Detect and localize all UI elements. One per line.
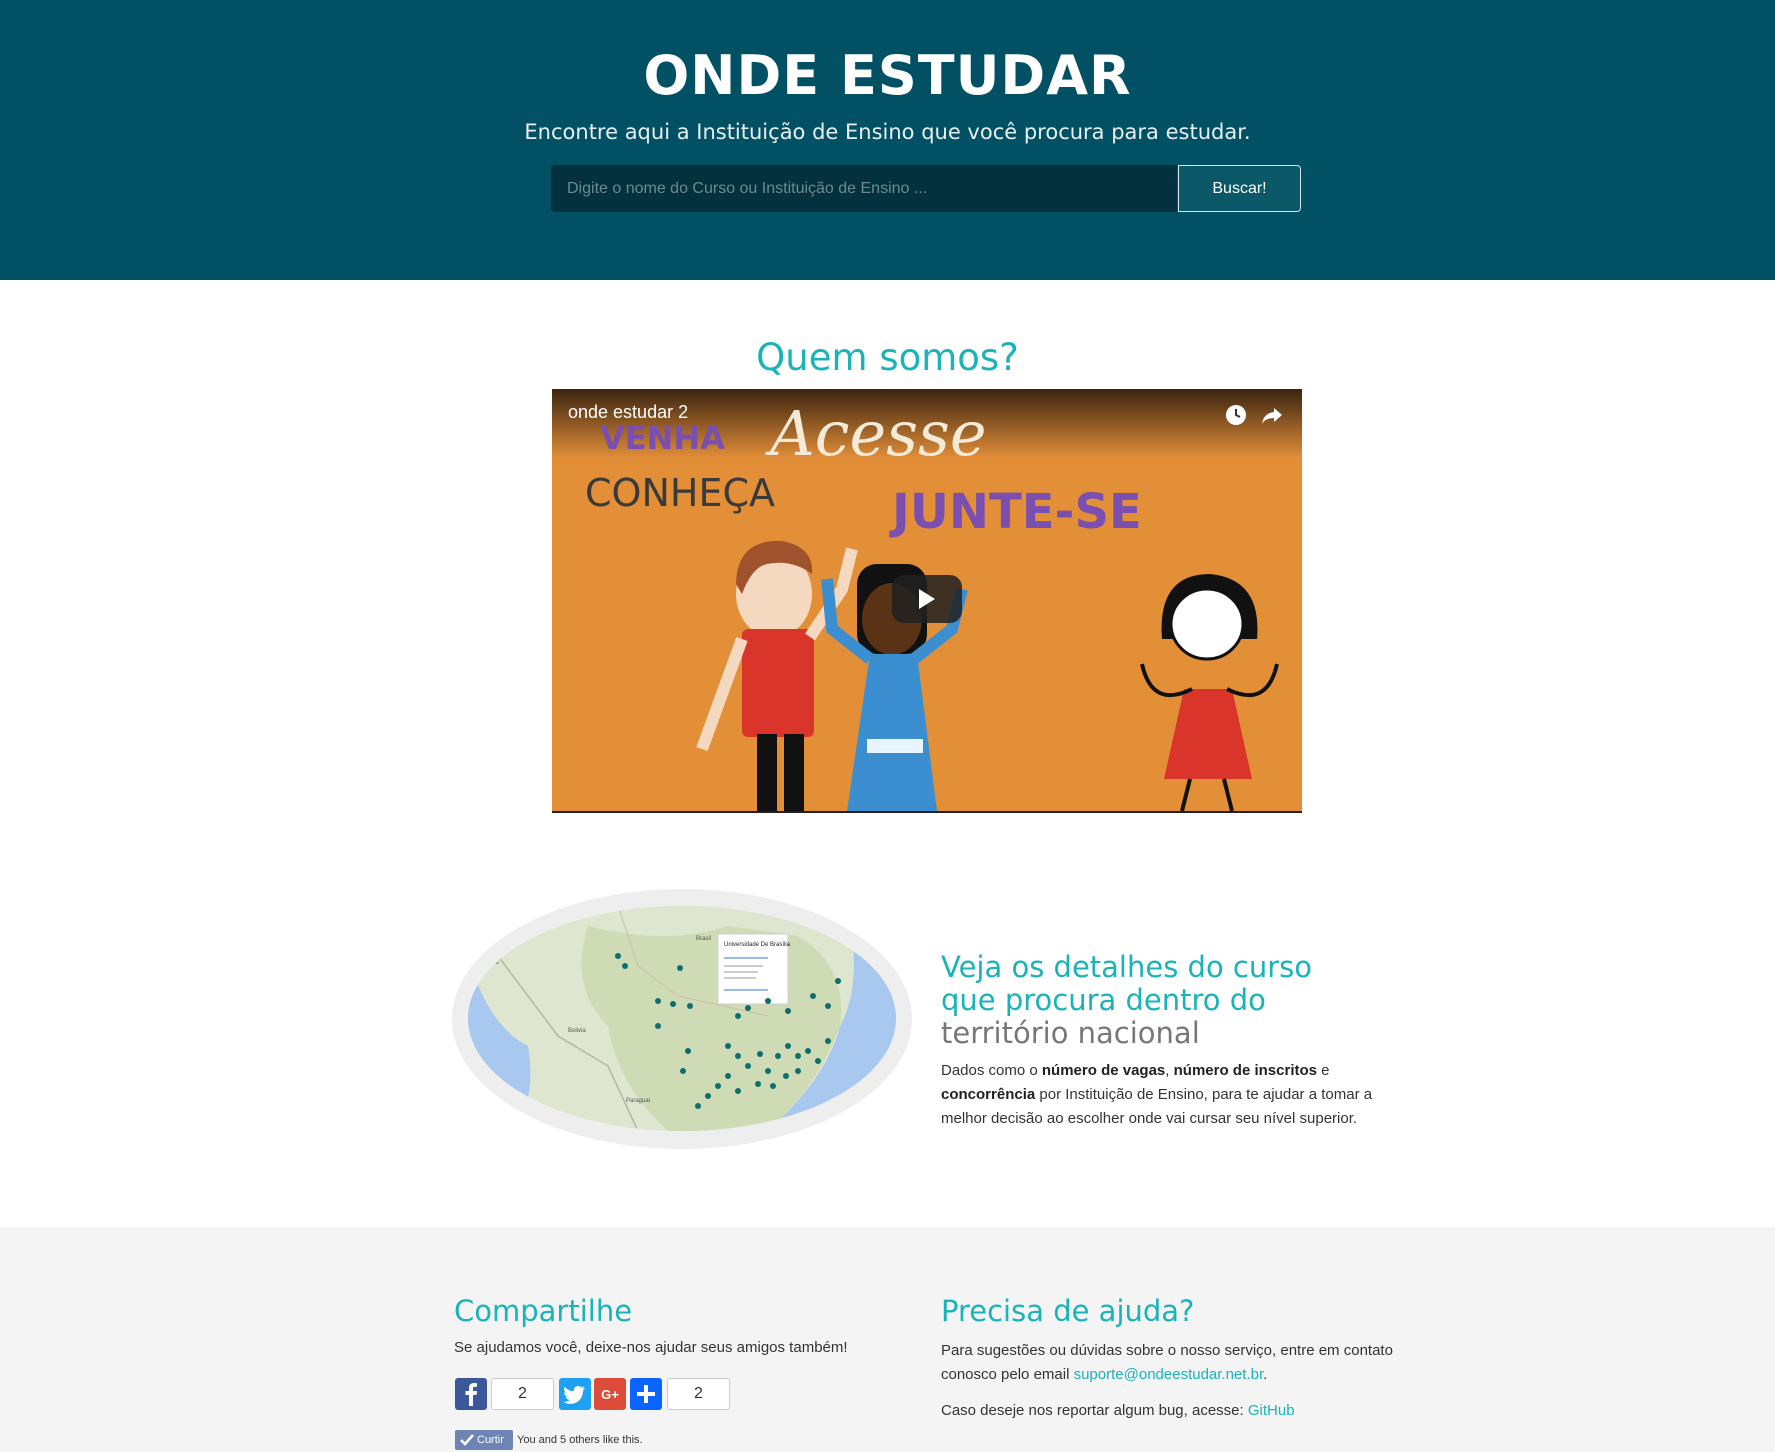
check-icon: [460, 1434, 474, 1446]
share-title: Compartilhe: [454, 1294, 633, 1328]
girl-right-character: [1140, 574, 1279, 811]
bug-report-text: Caso deseje nos reportar algum bug, aces…: [941, 1402, 1295, 1419]
twitter-icon: [563, 1386, 585, 1404]
search-bar: Buscar!: [551, 165, 1301, 212]
support-email-link[interactable]: suporte@ondeestudar.net.br: [1074, 1366, 1264, 1383]
hero-header: ONDE ESTUDAR Encontre aqui a Instituição…: [0, 0, 1775, 280]
video-word-junte-se: JUNTE-SE: [892, 484, 1142, 540]
video-word-conheca: CONHEÇA: [585, 471, 775, 515]
twitter-share-button[interactable]: [559, 1378, 591, 1410]
site-title: ONDE ESTUDAR: [643, 44, 1132, 107]
map-popup-title: Universidade De Brasília: [724, 942, 791, 948]
footer: [0, 1227, 1775, 1452]
help-title: Precisa de ajuda?: [941, 1294, 1195, 1328]
github-link[interactable]: GitHub: [1248, 1402, 1295, 1419]
about-title: Quem somos?: [756, 336, 1019, 379]
search-input[interactable]: [551, 165, 1177, 212]
plus-icon: [637, 1385, 655, 1403]
facebook-share-count: 2: [491, 1378, 554, 1410]
brazil-map: Universidade De Brasília Brasil Peru Bol…: [468, 906, 896, 1131]
video-word-acesse: Acesse: [770, 397, 987, 470]
addthis-share-button[interactable]: [630, 1378, 662, 1410]
search-button[interactable]: Buscar!: [1178, 165, 1301, 212]
details-title-part2: território nacional: [941, 1016, 1200, 1050]
map-label-brasil: Brasil: [696, 936, 711, 942]
share-text: Se ajudamos você, deixe-nos ajudar seus …: [454, 1339, 848, 1356]
play-icon: [919, 589, 935, 609]
details-title: Veja os detalhes do curso que procura de…: [941, 951, 1371, 1050]
like-button-label: Curtir: [477, 1434, 504, 1446]
svg-text:G+: G+: [601, 1387, 619, 1402]
help-text: Para sugestões ou dúvidas sobre o nosso …: [941, 1342, 1393, 1383]
addthis-share-count: 2: [667, 1378, 730, 1410]
map-image: Universidade De Brasília Brasil Peru Bol…: [468, 906, 896, 1131]
details-text: Dados como o número de vagas, número de …: [941, 1062, 1373, 1127]
like-count-text: You and 5 others like this.: [517, 1434, 643, 1446]
facebook-icon: [465, 1383, 477, 1406]
site-tagline: Encontre aqui a Instituição de Ensino qu…: [524, 120, 1251, 144]
video-word-venha: VENHA: [600, 419, 725, 457]
google-plus-share-button[interactable]: G+: [594, 1378, 626, 1410]
google-plus-icon: G+: [601, 1387, 619, 1402]
watch-later-icon[interactable]: [1224, 403, 1248, 427]
share-icon[interactable]: [1260, 403, 1284, 427]
facebook-share-button[interactable]: [455, 1378, 487, 1410]
play-button[interactable]: [892, 575, 962, 623]
details-title-part1: Veja os detalhes do curso que procura de…: [941, 950, 1313, 1017]
map-label-bolivia: Bolivia: [568, 1028, 586, 1034]
map-label-paraguai: Paraguai: [626, 1098, 650, 1104]
facebook-like-button[interactable]: Curtir: [455, 1430, 513, 1450]
video-player[interactable]: onde estudar 2 VENHA Acesse CONHEÇA JUNT…: [552, 389, 1302, 813]
